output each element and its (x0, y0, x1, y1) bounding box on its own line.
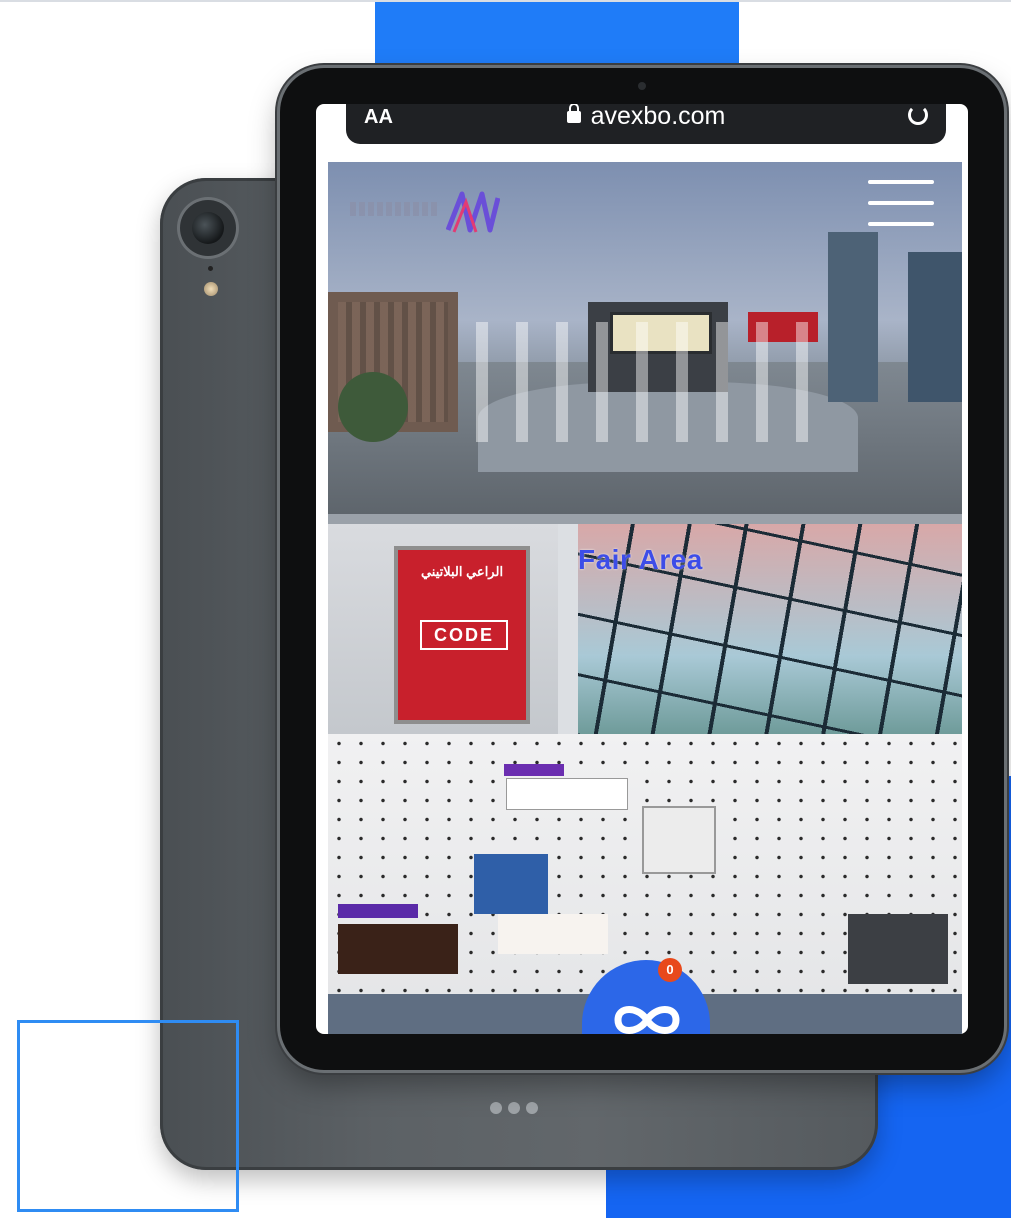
booth[interactable] (506, 778, 628, 810)
connector-dot (508, 1102, 520, 1114)
connector-dot (526, 1102, 538, 1114)
section-divider (328, 514, 962, 524)
front-camera (638, 82, 646, 90)
rear-mic (208, 266, 213, 271)
infinity-icon (614, 1006, 680, 1034)
scene-flags (448, 322, 828, 442)
notification-badge: 0 (658, 958, 682, 982)
rear-camera-icon (180, 200, 236, 256)
site-logo-icon[interactable] (446, 190, 500, 234)
menu-line (868, 222, 934, 226)
fair-area-scene[interactable]: الراعي البلاتيني CODE Fair Area (328, 524, 962, 994)
fair-area-label[interactable]: Fair Area (578, 544, 703, 576)
booth[interactable] (338, 924, 458, 974)
booth[interactable] (642, 806, 716, 874)
url-host-text: avexbo.com (590, 104, 726, 130)
url-display[interactable]: avexbo.com (346, 104, 946, 131)
booth-strip (504, 764, 564, 776)
site-logo-caption (350, 202, 440, 216)
booth[interactable] (498, 914, 608, 954)
booth-strip (338, 904, 418, 918)
decor-outline-square (17, 1020, 239, 1212)
menu-icon[interactable] (868, 180, 934, 230)
exhibition-outdoor-scene[interactable] (328, 162, 962, 514)
scene-tower (828, 232, 878, 402)
scene-tower (908, 252, 962, 402)
connector-dot (490, 1102, 502, 1114)
lock-icon (566, 104, 581, 123)
booth[interactable] (848, 914, 948, 984)
website-viewport: الراعي البلاتيني CODE Fair Area 0 (328, 162, 962, 1034)
flash-icon (204, 282, 218, 296)
sponsor-billboard[interactable]: الراعي البلاتيني CODE (398, 550, 526, 720)
menu-line (868, 201, 934, 205)
menu-line (868, 180, 934, 184)
scene-tree (338, 372, 408, 442)
ipad-screen: AA avexbo.com الراعي البلاتيني CODE Fair… (316, 104, 968, 1034)
ipad-front-device: AA avexbo.com الراعي البلاتيني CODE Fair… (280, 68, 1004, 1070)
code-logo: CODE (420, 620, 508, 650)
reload-icon[interactable] (908, 105, 928, 125)
smart-connector (490, 1102, 538, 1114)
booth[interactable] (474, 854, 548, 914)
billboard-arabic-text: الراعي البلاتيني (420, 564, 504, 579)
browser-url-bar[interactable]: AA avexbo.com (346, 104, 946, 144)
